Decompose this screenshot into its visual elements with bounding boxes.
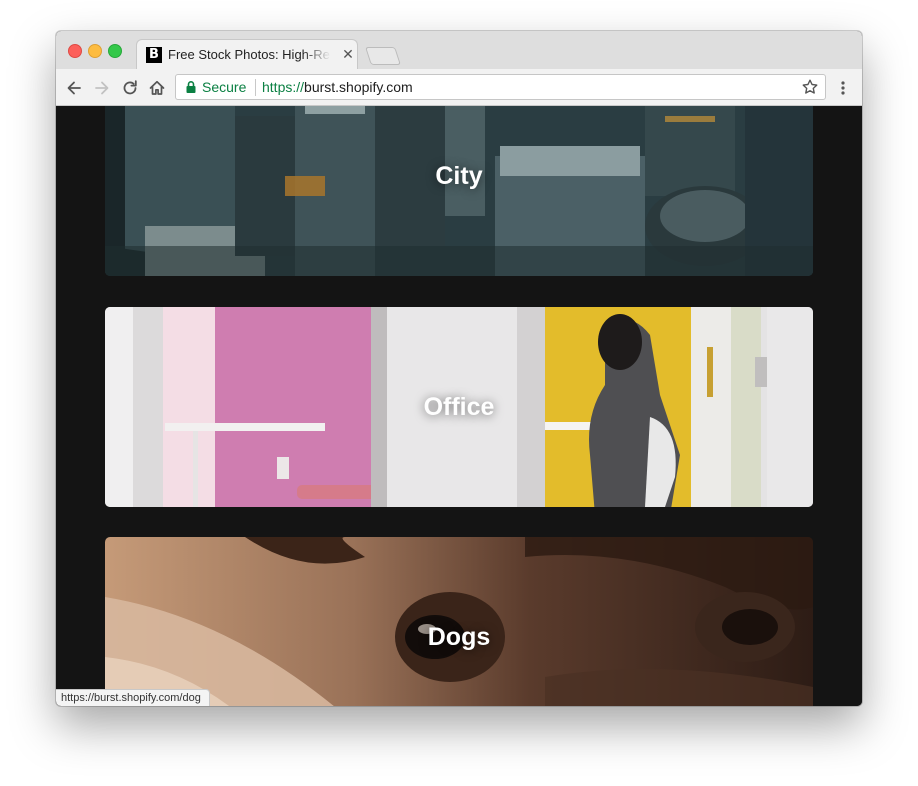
secure-label[interactable]: Secure — [202, 79, 246, 96]
burst-favicon-icon: B — [146, 47, 162, 63]
reload-icon[interactable] — [120, 78, 140, 98]
back-icon[interactable] — [64, 78, 84, 98]
home-icon[interactable] — [147, 78, 167, 98]
tab-burst[interactable]: B Free Stock Photos: High-Res Images ✕ — [136, 39, 358, 69]
zoom-window-button[interactable] — [108, 44, 122, 58]
tab-strip: B Free Stock Photos: High-Res Images ✕ — [56, 31, 862, 69]
status-bar-url: https://burst.shopify.com/dog — [56, 689, 210, 706]
url-scheme: https:// — [262, 79, 305, 95]
category-label-office: Office — [423, 392, 495, 421]
page-content: City Office Dogs — [56, 106, 862, 706]
browser-window: B Free Stock Photos: High-Res Images ✕ S… — [56, 31, 862, 706]
menu-dots-icon[interactable] — [836, 78, 850, 98]
address-bar[interactable]: Secure https://burst.shopify.com — [175, 74, 826, 100]
browser-toolbar: Secure https://burst.shopify.com — [56, 69, 862, 106]
url-host: burst.shopify.com — [304, 79, 413, 95]
address-divider — [255, 79, 256, 96]
lock-icon[interactable] — [184, 80, 198, 94]
new-tab-button[interactable] — [365, 47, 401, 65]
category-card-dogs[interactable]: Dogs — [105, 537, 813, 706]
url-text[interactable]: https://burst.shopify.com — [262, 79, 413, 96]
category-label-city: City — [435, 161, 483, 190]
category-card-city[interactable]: City — [105, 106, 813, 276]
close-icon[interactable]: ✕ — [340, 46, 356, 62]
tab-title-fade — [302, 44, 338, 66]
bookmark-star-icon[interactable] — [800, 77, 820, 97]
minimize-window-button[interactable] — [88, 44, 102, 58]
category-label-dogs: Dogs — [427, 622, 491, 651]
category-card-office[interactable]: Office — [105, 307, 813, 507]
close-window-button[interactable] — [68, 44, 82, 58]
forward-icon[interactable] — [92, 78, 112, 98]
